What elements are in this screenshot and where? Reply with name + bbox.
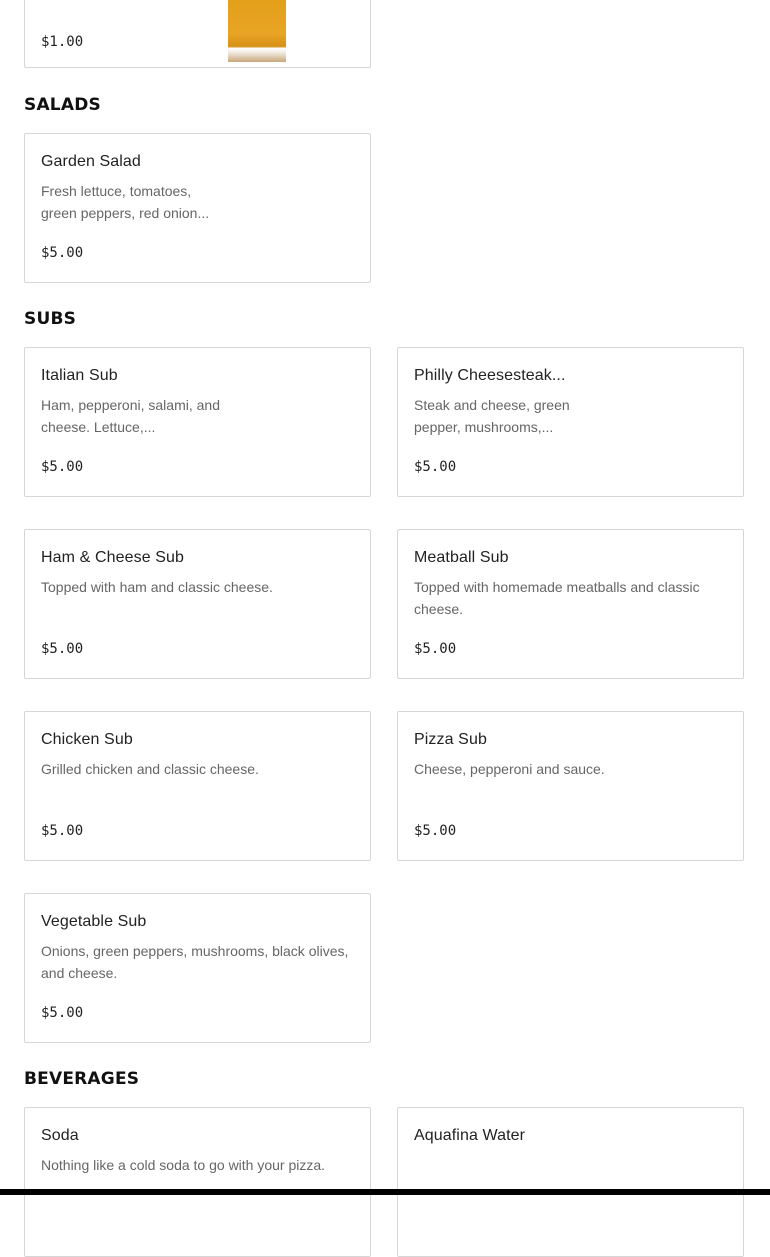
item-name: Pizza Sub — [414, 731, 487, 748]
item-description: Grilled chicken and classic cheese. — [41, 761, 259, 777]
item-name: Ham & Cheese Sub — [41, 549, 185, 566]
item-name: Aquafina Water — [414, 1127, 526, 1144]
item-description: Cheese, pepperoni and sauce. — [414, 761, 605, 777]
item-name: Philly Cheesesteak... — [414, 367, 566, 384]
item-description: Onions, green peppers, mushrooms, black … — [41, 943, 349, 981]
menu-item-chicken-sub[interactable]: Chicken Sub Grilled chicken and classic … — [24, 711, 371, 861]
menu-item-card[interactable]: $1.00 — [24, 0, 371, 68]
item-price: $5.00 — [41, 641, 84, 657]
bottom-bar — [0, 1189, 770, 1195]
item-name: Meatball Sub — [414, 549, 509, 566]
menu-item-ham-cheese-sub[interactable]: Ham & Cheese Sub Topped with ham and cla… — [24, 529, 371, 679]
menu-item-garden-salad[interactable]: Garden Salad Fresh lettuce, tomatoes, gr… — [24, 133, 371, 283]
menu-item-italian-sub[interactable]: Italian Sub Ham, pepperoni, salami, and … — [24, 347, 371, 497]
menu-item-aquafina-water[interactable]: Aquafina Water — [397, 1107, 744, 1257]
menu-item-soda[interactable]: Soda Nothing like a cold soda to go with… — [24, 1107, 371, 1257]
item-description: Steak and cheese, green pepper, mushroom… — [414, 397, 570, 435]
item-description: Topped with ham and classic cheese. — [41, 579, 273, 595]
item-name: Chicken Sub — [41, 731, 133, 748]
section-title-salads: SALADS — [24, 95, 101, 115]
section-title-subs: SUBS — [24, 309, 77, 329]
item-photo — [228, 0, 286, 62]
item-name: Garden Salad — [41, 153, 141, 170]
item-name: Vegetable Sub — [41, 913, 147, 930]
item-description: Fresh lettuce, tomatoes, green peppers, … — [41, 183, 210, 221]
item-price: $5.00 — [41, 1005, 84, 1021]
menu-item-pizza-sub[interactable]: Pizza Sub Cheese, pepperoni and sauce. $… — [397, 711, 744, 861]
item-name: Italian Sub — [41, 367, 118, 384]
item-price: $5.00 — [414, 459, 457, 475]
menu-item-meatball-sub[interactable]: Meatball Sub Topped with homemade meatba… — [397, 529, 744, 679]
menu-item-philly-cheesesteak[interactable]: Philly Cheesesteak... Steak and cheese, … — [397, 347, 744, 497]
item-price: $5.00 — [41, 245, 84, 261]
item-price: $5.00 — [414, 641, 457, 657]
item-price: $5.00 — [41, 459, 84, 475]
menu-item-vegetable-sub[interactable]: Vegetable Sub Onions, green peppers, mus… — [24, 893, 371, 1043]
item-price: $1.00 — [41, 34, 84, 50]
item-description: Ham, pepperoni, salami, and cheese. Lett… — [41, 397, 220, 435]
item-description: Nothing like a cold soda to go with your… — [41, 1157, 326, 1173]
item-description: Topped with homemade meatballs and class… — [414, 579, 700, 617]
item-name: Soda — [41, 1127, 79, 1144]
section-title-beverages: BEVERAGES — [24, 1069, 140, 1089]
item-price: $5.00 — [41, 823, 84, 839]
item-price: $5.00 — [414, 823, 457, 839]
